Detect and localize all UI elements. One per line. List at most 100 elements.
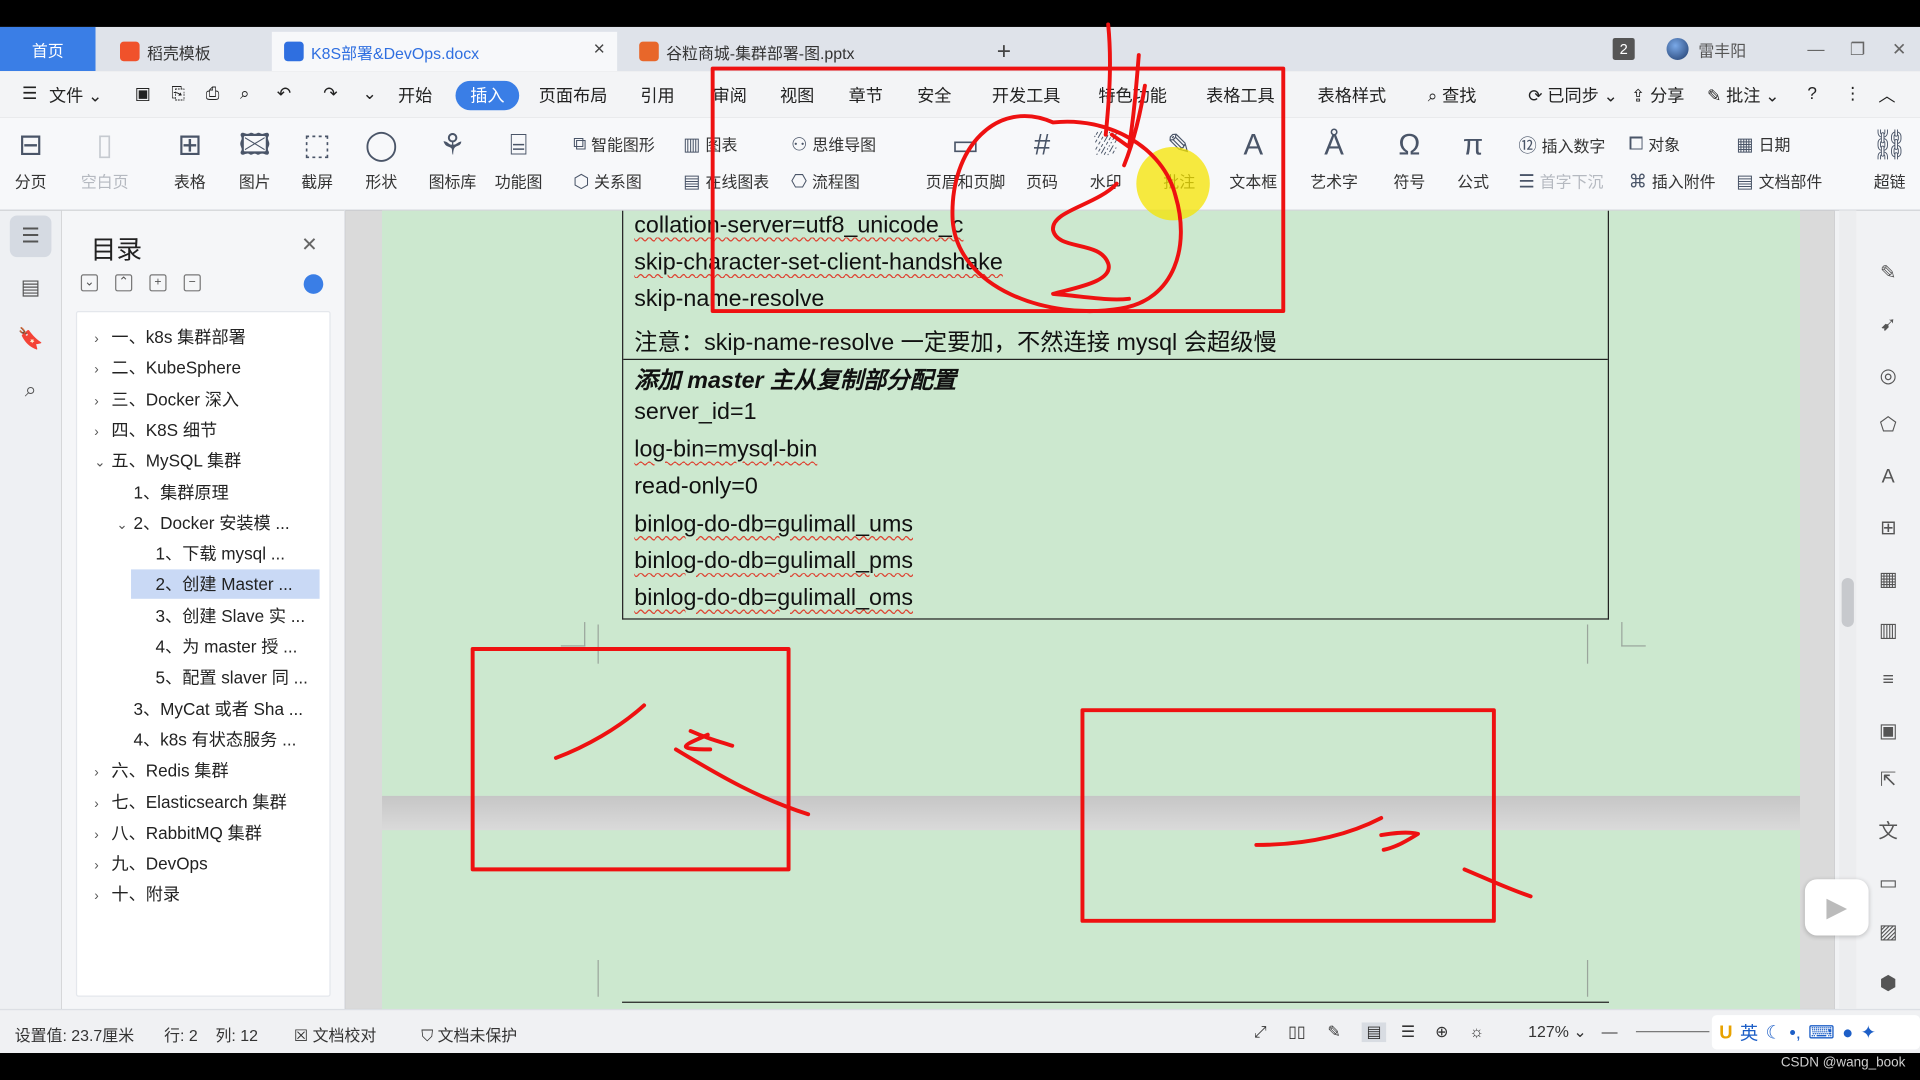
tab-daoke-templates[interactable]: 稻壳模板 <box>108 32 265 71</box>
mind-map-button[interactable]: ⚇ 思维导图 <box>791 132 876 155</box>
toc-icon[interactable]: ☰ <box>9 215 52 258</box>
expand-all-icon[interactable]: ⌄ <box>80 274 98 292</box>
online-chart-button[interactable]: ▤ 在线图表 <box>683 169 769 192</box>
export-doc-icon[interactable]: ⇱ <box>1873 767 1902 796</box>
image-icon[interactable]: ▨ <box>1873 918 1902 947</box>
hamburger-icon[interactable]: ☰ <box>22 83 37 104</box>
attachment-button[interactable]: ⌘ 插入附件 <box>1629 169 1716 192</box>
wrench-icon[interactable]: ✦ <box>1861 1021 1876 1043</box>
document-line[interactable]: binlog-do-db=gulimall_oms <box>634 585 913 612</box>
icon-library-button[interactable]: ⚘ 图标库 <box>429 125 477 192</box>
menu-chapter[interactable]: 章节 <box>849 83 883 107</box>
blank-page-button[interactable]: ▯ 空白页 <box>81 125 129 192</box>
toc-item[interactable]: 1、集群原理 <box>77 477 329 506</box>
document-line[interactable]: skip-character-set-client-handshake <box>634 250 1003 277</box>
screenshot-button[interactable]: ⬚ 截屏 <box>301 125 333 192</box>
menu-file[interactable]: 文件 ⌄ <box>49 83 102 107</box>
undo-icon[interactable]: ↶ <box>277 83 291 104</box>
toc-item[interactable]: › 六、Redis 集群 <box>77 756 329 785</box>
drop-cap-button[interactable]: ☰ 首字下沉 <box>1518 169 1603 192</box>
chevron-right-icon[interactable]: › <box>94 417 111 446</box>
chevron-right-icon[interactable]: › <box>94 882 111 911</box>
save-icon[interactable]: ▣ <box>135 83 151 104</box>
user-icon[interactable]: ● <box>1842 1022 1853 1043</box>
toc-item[interactable]: › 八、RabbitMQ 集群 <box>77 818 329 847</box>
user-name[interactable]: 雷丰阳 <box>1698 37 1746 60</box>
redo-icon[interactable]: ↷ <box>323 83 337 104</box>
document-line[interactable]: skip-name-resolve <box>634 287 824 314</box>
table-tool-icon[interactable]: ⊞ <box>1873 514 1902 543</box>
eye-care-icon[interactable]: ☼ <box>1469 1022 1484 1040</box>
config-table[interactable]: collation-server=utf8_unicode_c skip-char… <box>622 210 1609 620</box>
toc-item[interactable]: › 九、DevOps <box>77 849 329 878</box>
print-icon[interactable]: ⎙ <box>206 83 220 104</box>
toc-sync-icon[interactable] <box>303 274 324 294</box>
menu-insert[interactable]: 插入 <box>455 80 520 111</box>
toc-item[interactable]: ⌄ 2、Docker 安装模 ... <box>77 508 329 537</box>
close-icon[interactable]: ✕ <box>301 233 317 257</box>
chevron-down-icon[interactable]: ⌄ <box>116 510 133 539</box>
menu-table-tools[interactable]: 表格工具 <box>1206 83 1275 107</box>
collapse-ribbon-icon[interactable]: ︿ <box>1878 83 1895 107</box>
menu-features[interactable]: 特色功能 <box>1098 83 1167 107</box>
toc-item[interactable]: 4、k8s 有状态服务 ... <box>77 725 329 754</box>
new-tab-button[interactable]: + <box>997 32 1021 71</box>
translate-icon[interactable]: 文 <box>1873 818 1902 847</box>
outline-icon[interactable]: ▤ <box>10 267 52 309</box>
collapse-all-icon[interactable]: ⌃ <box>115 274 133 292</box>
menu-page-layout[interactable]: 页面布局 <box>539 83 608 107</box>
toc-item[interactable]: › 十、附录 <box>77 880 329 909</box>
style-icon[interactable]: A <box>1873 463 1902 492</box>
cursor-icon[interactable]: ➹ <box>1873 311 1902 340</box>
restore-icon[interactable]: ❐ <box>1837 39 1879 60</box>
symbol-button[interactable]: Ω 符号 <box>1393 125 1425 192</box>
zoom-out-icon[interactable]: — <box>1602 1022 1618 1040</box>
chart-button[interactable]: ▥ 图表 <box>683 132 737 155</box>
chevron-right-icon[interactable]: › <box>94 386 111 415</box>
comment-menu-button[interactable]: ✎ 批注 ⌄ <box>1707 83 1780 107</box>
gallery-icon[interactable]: ▣ <box>1873 718 1902 747</box>
menu-table-style[interactable]: 表格样式 <box>1318 83 1387 107</box>
toc-item[interactable]: 3、MyCat 或者 Sha ... <box>77 694 329 723</box>
find-icon[interactable]: ⌕ <box>10 370 52 412</box>
menu-dev-tools[interactable]: 开发工具 <box>992 83 1061 107</box>
punctuation-icon[interactable]: •, <box>1789 1022 1801 1043</box>
print-preview-icon[interactable]: ⌕ <box>240 83 250 104</box>
chevron-right-icon[interactable]: › <box>94 324 111 353</box>
read-mode-icon[interactable]: ▯▯ <box>1288 1022 1306 1042</box>
formula-button[interactable]: π 公式 <box>1457 125 1489 192</box>
zoom-slider[interactable] <box>1635 1031 1710 1033</box>
shapes-icon[interactable]: ⬠ <box>1873 411 1902 440</box>
document-line[interactable]: server_id=1 <box>634 399 756 426</box>
grid-icon[interactable]: ▦ <box>1873 566 1902 595</box>
page-number-button[interactable]: # 页码 <box>1026 125 1058 192</box>
settings-sliders-icon[interactable]: ≡ <box>1873 666 1902 695</box>
toc-item[interactable]: › 三、Docker 深入 <box>77 384 329 413</box>
help-icon[interactable]: ? <box>1807 83 1817 103</box>
avatar[interactable] <box>1666 37 1689 61</box>
fullscreen-icon[interactable]: ⤢ <box>1254 1022 1267 1042</box>
toc-item[interactable]: 4、为 master 授 ... <box>77 632 329 661</box>
document-line[interactable]: log-bin=mysql-bin <box>634 437 817 464</box>
toc-item[interactable]: 5、配置 slaver 同 ... <box>77 663 329 692</box>
relation-map-button[interactable]: ⬡ 关系图 <box>573 169 642 192</box>
toc-item[interactable]: 3、创建 Slave 实 ... <box>77 601 329 630</box>
keyboard-icon[interactable]: ⌨ <box>1808 1021 1835 1043</box>
quick-access-dropdown-icon[interactable]: ⌄ <box>362 83 376 104</box>
toc-item[interactable]: › 七、Elasticsearch 集群 <box>77 787 329 816</box>
annotation-button[interactable]: ✎ 批注 <box>1163 125 1195 192</box>
location-icon[interactable]: ◎ <box>1873 362 1902 391</box>
chevron-right-icon[interactable]: › <box>94 789 111 818</box>
text-box-button[interactable]: A 文本框 <box>1229 125 1277 192</box>
document-line[interactable]: 添加 master 主从复制部分配置 <box>634 362 956 395</box>
toc-item[interactable]: 1、下载 mysql ... <box>77 539 329 568</box>
document-page[interactable]: collation-server=utf8_unicode_c skip-char… <box>382 210 1801 796</box>
close-tab-icon[interactable]: × <box>593 39 604 61</box>
toc-item[interactable]: › 一、k8s 集群部署 <box>77 322 329 351</box>
tab-pptx[interactable]: 谷粒商城-集群部署-图.pptx <box>627 32 975 71</box>
hyperlink-button[interactable]: ⛓ 超链 <box>1871 125 1908 192</box>
tab-docx[interactable]: K8S部署&DevOps.docx × <box>271 31 618 72</box>
document-line[interactable]: collation-server=utf8_unicode_c <box>634 213 963 240</box>
smart-shape-button[interactable]: ⧉ 智能图形 <box>573 132 655 155</box>
toc-item[interactable]: ⌄ 五、MySQL 集群 <box>77 446 329 475</box>
